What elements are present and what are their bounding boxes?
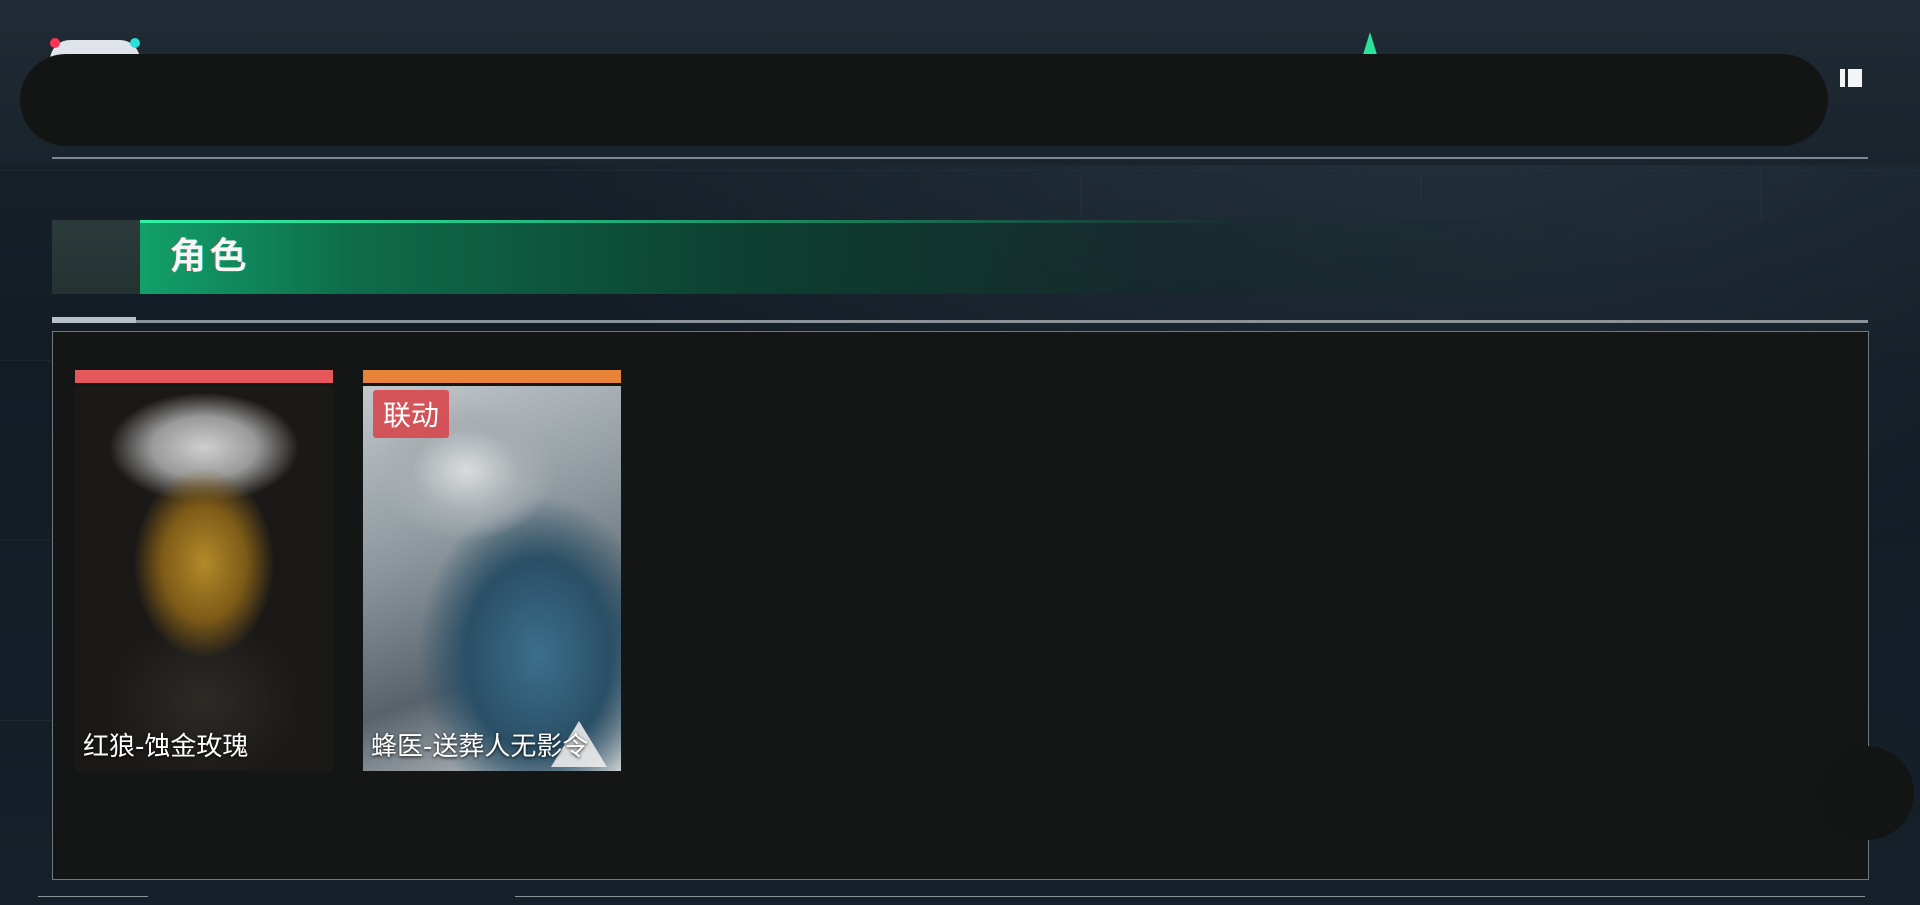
collab-badge: 联动	[373, 390, 450, 438]
character-card[interactable]: 联动 蜂医-送葬人无影令	[363, 370, 621, 771]
footer-line	[38, 896, 148, 897]
menu-panel-icon[interactable]	[1840, 69, 1862, 87]
rarity-bar	[75, 370, 333, 383]
page: 角色 红狼-蚀金玫瑰 联动 蜂医-送葬人无影令	[0, 0, 1920, 905]
redacted-navigation-bar	[20, 54, 1828, 146]
top-header	[0, 0, 1920, 165]
rarity-bar	[363, 370, 621, 383]
character-portrait: 联动 蜂医-送葬人无影令	[363, 386, 621, 771]
character-name: 蜂医-送葬人无影令	[371, 732, 589, 762]
section-tab-marker	[52, 220, 140, 294]
footer-line	[515, 896, 1865, 897]
section-title: 角色	[170, 236, 251, 277]
character-panel: 红狼-蚀金玫瑰 联动 蜂医-送葬人无影令	[52, 331, 1869, 880]
section-underline	[52, 317, 1868, 323]
section-header: 角色	[52, 220, 1652, 294]
floating-button[interactable]	[1820, 746, 1914, 840]
character-portrait: 红狼-蚀金玫瑰	[75, 386, 333, 771]
header-divider	[52, 157, 1868, 159]
character-card[interactable]: 红狼-蚀金玫瑰	[75, 370, 333, 771]
character-name: 红狼-蚀金玫瑰	[83, 732, 249, 762]
